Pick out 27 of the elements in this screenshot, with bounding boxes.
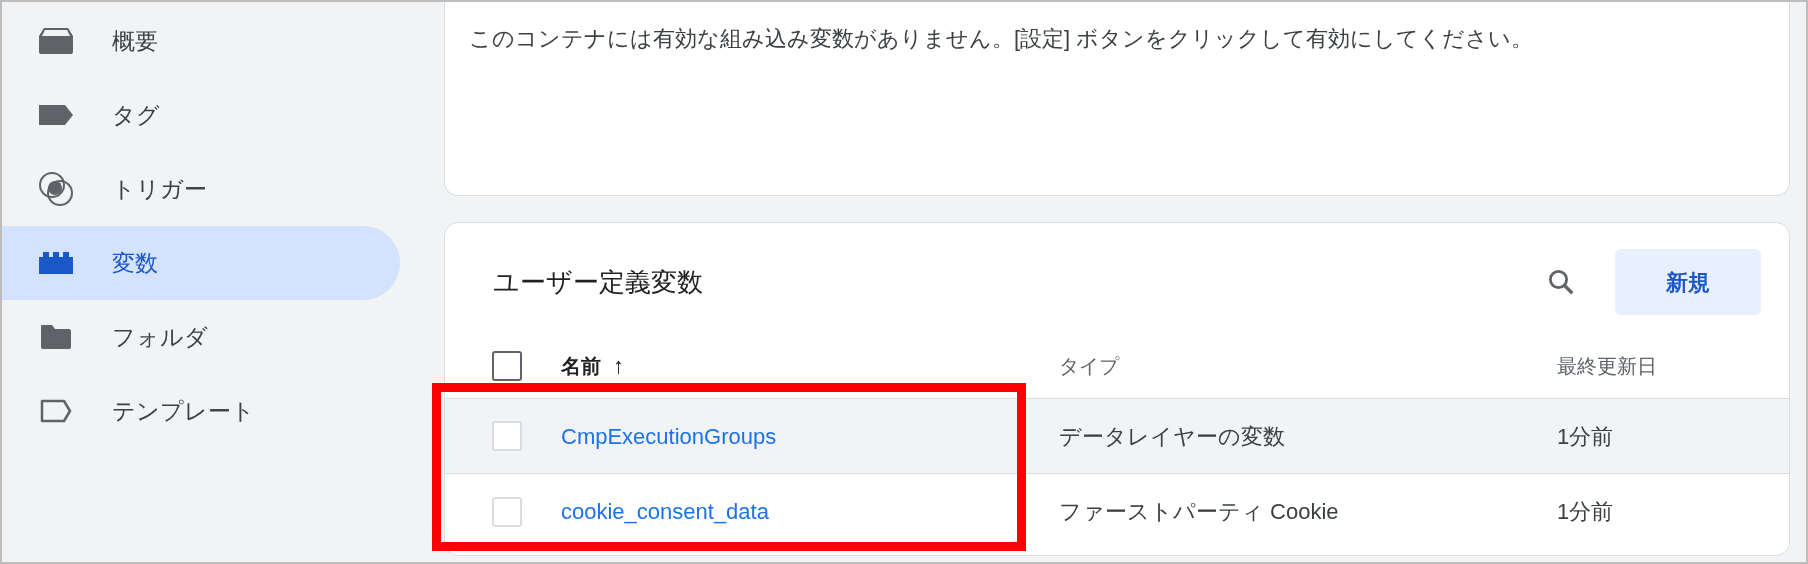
- info-message: このコンテナには有効な組み込み変数がありません。[設定] ボタンをクリックして有効にしてください。: [469, 25, 1535, 53]
- table-cell-text: 1分前: [1557, 422, 1614, 451]
- folder-icon: [40, 324, 72, 350]
- column-header: 最終更新日: [1557, 353, 1657, 379]
- table-cell-text: ファーストパーティ Cookie: [1059, 498, 1340, 526]
- nav-item[interactable]: 概要: [2, 4, 400, 78]
- search-icon: [1546, 267, 1576, 297]
- circles-icon: [38, 171, 74, 207]
- new-button[interactable]: 新規: [1615, 249, 1761, 315]
- column-header[interactable]: 名前 ↑: [561, 349, 1059, 382]
- table-cell-text: 1分前: [1557, 498, 1614, 526]
- inbox-icon: [38, 27, 74, 55]
- nav-item[interactable]: フォルダ: [2, 300, 400, 374]
- checkbox[interactable]: [492, 350, 522, 381]
- table-row[interactable]: CmpExecutionGroups データレイヤーの変数 1分前: [445, 399, 1789, 474]
- table-cell-text: データレイヤーの変数: [1059, 422, 1286, 451]
- tag-icon: [38, 104, 74, 126]
- column-header: タイプ: [1059, 353, 1121, 379]
- card-title: ユーザー定義変数: [493, 265, 704, 299]
- variable-link[interactable]: CmpExecutionGroups: [561, 423, 777, 449]
- variable-link[interactable]: cookie_consent_data: [561, 499, 769, 524]
- nav-item[interactable]: 変数: [2, 226, 400, 300]
- nav-item[interactable]: タグ: [2, 78, 400, 152]
- tag-outline-icon: [40, 399, 72, 423]
- nav-item[interactable]: トリガー: [2, 152, 400, 226]
- brick-icon: [38, 251, 74, 275]
- nav-item[interactable]: テンプレート: [2, 374, 400, 448]
